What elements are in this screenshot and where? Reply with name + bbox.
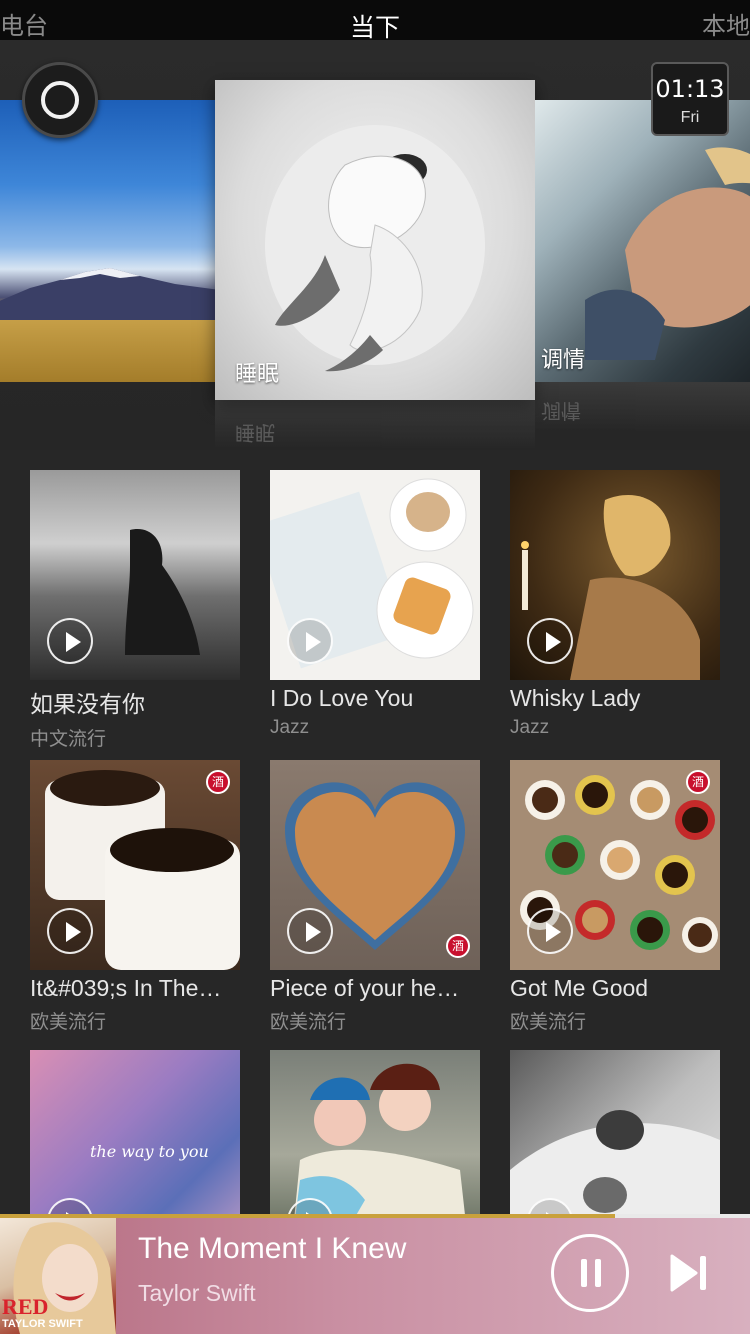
now-playing-cover[interactable]: RED TAYLOR SWIFT	[0, 1218, 116, 1334]
pause-icon[interactable]	[551, 1234, 629, 1312]
album-title: Whisky Lady	[510, 685, 641, 711]
cover-handwriting: the way to you	[90, 1142, 209, 1161]
badge-icon: 酒	[446, 934, 470, 958]
play-icon[interactable]	[287, 908, 333, 954]
album-cover: 酒	[510, 760, 720, 970]
album-tile[interactable]: 酒 Piece of your he… 欧美流行	[270, 760, 480, 1034]
carousel-reflection-center: 睡眠	[215, 400, 535, 450]
album-genre: 欧美流行	[510, 1012, 587, 1033]
album-cover	[510, 470, 720, 680]
album-cover: 酒	[270, 760, 480, 970]
clock-time: 01:13	[655, 75, 725, 103]
carousel-card-sky[interactable]	[0, 100, 215, 382]
clock-day: Fri	[680, 109, 700, 126]
badge-icon: 酒	[206, 770, 230, 794]
clock-widget: 01:13 Fri	[651, 62, 729, 136]
carousel-label-sleep: 睡眠	[235, 361, 280, 386]
carousel-reflection-right: 调情	[535, 382, 750, 432]
album-tile[interactable]: 酒 Got Me Good 欧美流行	[510, 760, 720, 1034]
tab-current[interactable]: 当下	[0, 8, 750, 44]
cover-artist-text: TAYLOR SWIFT	[2, 1318, 83, 1330]
album-title: It&#039;s In The…	[30, 975, 222, 1001]
carousel-card-sleep[interactable]: 睡眠	[215, 80, 535, 400]
album-tile[interactable]: 酒 It&#039;s In The… 欧美流行	[30, 760, 240, 1034]
album-genre: Jazz	[270, 717, 310, 738]
play-icon[interactable]	[47, 908, 93, 954]
album-genre: Jazz	[510, 717, 550, 738]
play-icon[interactable]	[527, 908, 573, 954]
carousel-card-flirt[interactable]: 调情	[535, 100, 750, 382]
carousel-label-flirt: 调情	[541, 347, 586, 372]
now-playing-title: The Moment I Knew	[138, 1232, 407, 1265]
record-ring-icon	[41, 81, 79, 119]
mountain-image	[0, 268, 215, 320]
now-playing-bar[interactable]: RED TAYLOR SWIFT The Moment I Knew Taylo…	[0, 1214, 750, 1334]
album-tile[interactable]: I Do Love You Jazz	[270, 470, 480, 739]
album-title: Got Me Good	[510, 975, 649, 1001]
reflection-label-flirt: 调情	[541, 399, 581, 421]
album-title: Piece of your he…	[270, 975, 460, 1001]
album-tile[interactable]: Whisky Lady Jazz	[510, 470, 720, 739]
mood-carousel: 睡眠 调情 睡眠 调情 01:13 Fri	[0, 40, 750, 450]
play-icon[interactable]	[287, 618, 333, 664]
badge-icon: 酒	[686, 770, 710, 794]
sleeping-woman-image	[265, 125, 485, 372]
album-genre: 欧美流行	[30, 1012, 107, 1033]
play-icon[interactable]	[527, 618, 573, 664]
album-cover	[30, 470, 240, 680]
tab-local[interactable]: 本地	[702, 6, 750, 41]
cover-red-text: RED	[2, 1294, 49, 1319]
skip-next-icon[interactable]	[668, 1252, 710, 1294]
play-icon[interactable]	[47, 618, 93, 664]
album-title: I Do Love You	[270, 685, 414, 711]
album-genre: 欧美流行	[270, 1012, 347, 1033]
album-tile[interactable]: 如果没有你 中文流行	[30, 470, 240, 751]
now-playing-artist: Taylor Swift	[138, 1280, 256, 1306]
top-tab-bar: 电台 当下 本地	[0, 0, 750, 42]
album-cover	[270, 470, 480, 680]
reflection-label-sleep: 睡眠	[235, 421, 275, 443]
record-icon[interactable]	[22, 62, 98, 138]
album-cover: 酒	[30, 760, 240, 970]
couple-image	[585, 147, 750, 360]
album-genre: 中文流行	[30, 729, 107, 750]
album-title: 如果没有你	[30, 691, 145, 717]
